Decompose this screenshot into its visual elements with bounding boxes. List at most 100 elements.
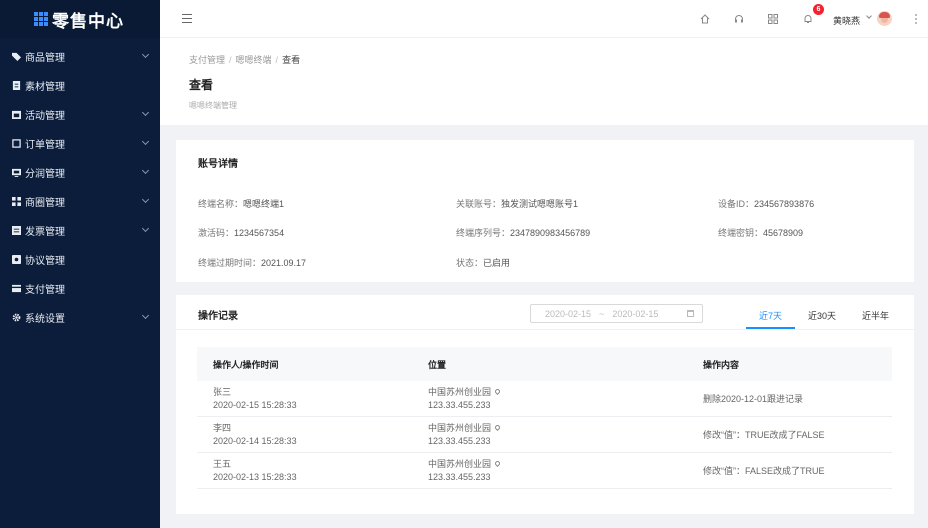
operation-content: 修改“值”：TRUE改成了FALSE bbox=[703, 430, 825, 440]
monitor-icon bbox=[12, 168, 21, 177]
breadcrumb-current: 查看 bbox=[282, 55, 301, 65]
location-pin-icon bbox=[493, 459, 502, 467]
sidebar-item-payments[interactable]: 支付管理 bbox=[0, 274, 160, 303]
sidebar-item-label: 协议管理 bbox=[25, 256, 65, 267]
file-icon bbox=[12, 81, 21, 90]
expiry-field: 终端过期时间：2021.09.17 bbox=[198, 258, 307, 268]
tab-7-days[interactable]: 近7天 bbox=[746, 304, 796, 329]
sidebar-item-label: 订单管理 bbox=[25, 140, 65, 151]
chevron-down-icon bbox=[141, 166, 150, 175]
operation-content: 删除2020-12-01跟进记录 bbox=[703, 394, 804, 404]
chevron-down-icon bbox=[141, 108, 150, 117]
column-header: 位置 bbox=[428, 359, 447, 370]
sidebar-item-label: 素材管理 bbox=[25, 82, 65, 93]
divider bbox=[176, 329, 914, 330]
page-subtitle: 嗯嗯终端管理 bbox=[189, 101, 237, 110]
app-grid-icon bbox=[34, 12, 48, 26]
headset-icon[interactable] bbox=[734, 14, 744, 24]
breadcrumb: 支付管理 / 嗯嗯终端 / 查看 bbox=[189, 55, 301, 65]
terminal-name-field: 终端名称：嗯嗯终端1 bbox=[198, 199, 285, 209]
page-title: 查看 bbox=[189, 78, 214, 92]
serial-number-field: 终端序列号：2347890983456789 bbox=[456, 228, 591, 238]
operation-time: 2020-02-14 15:28:33 bbox=[213, 435, 297, 446]
activation-code-field: 激活码：1234567354 bbox=[198, 228, 285, 238]
sidebar-item-label: 分润管理 bbox=[25, 169, 65, 180]
chevron-down-icon bbox=[141, 137, 150, 146]
sidebar-item-business-district[interactable]: 商圈管理 bbox=[0, 187, 160, 216]
card-title: 操作记录 bbox=[198, 311, 238, 322]
sidebar-item-activities[interactable]: 活动管理 bbox=[0, 100, 160, 129]
operation-log-card: 操作记录 2020-02-15 ~ 2020-02-15 近7天 近30天 近半… bbox=[176, 295, 914, 514]
menu-toggle-icon[interactable] bbox=[182, 14, 192, 23]
ip-address: 123.33.455.233 bbox=[428, 399, 491, 410]
tab-half-year[interactable]: 近半年 bbox=[849, 304, 902, 329]
operation-content: 修改“值”：FALSE改成了TRUE bbox=[703, 466, 825, 476]
sidebar-item-agreements[interactable]: 协议管理 bbox=[0, 245, 160, 274]
operation-time: 2020-02-13 15:28:33 bbox=[213, 471, 297, 482]
sidebar-item-settings[interactable]: 系统设置 bbox=[0, 303, 160, 332]
sidebar-item-profit-sharing[interactable]: 分润管理 bbox=[0, 158, 160, 187]
sidebar-menu: 商品管理 素材管理 活动管理 订单管理 分润管理 商圈管理 发票管理 协议管理 … bbox=[0, 38, 160, 332]
column-header: 操作人/操作时间 bbox=[213, 359, 279, 370]
gear-icon bbox=[12, 313, 21, 322]
sidebar-item-label: 支付管理 bbox=[25, 285, 65, 296]
location-name: 中国苏州创业园 bbox=[428, 458, 492, 469]
grid-icon bbox=[12, 197, 21, 206]
table-header: 操作人/操作时间 位置 操作内容 bbox=[197, 347, 892, 381]
sidebar-item-orders[interactable]: 订单管理 bbox=[0, 129, 160, 158]
operation-time: 2020-02-15 15:28:33 bbox=[213, 399, 297, 410]
table-row: 李四 2020-02-14 15:28:33 中国苏州创业园 123.33.45… bbox=[197, 417, 892, 453]
table-row: 王五 2020-02-13 15:28:33 中国苏州创业园 123.33.45… bbox=[197, 453, 892, 489]
agreement-icon bbox=[12, 255, 21, 264]
sidebar-item-products[interactable]: 商品管理 bbox=[0, 42, 160, 71]
page-header: 支付管理 / 嗯嗯终端 / 查看 查看 嗯嗯终端管理 bbox=[160, 38, 928, 125]
chevron-down-icon bbox=[141, 311, 150, 320]
tag-icon bbox=[12, 52, 21, 61]
card-icon bbox=[12, 284, 21, 293]
breadcrumb-item[interactable]: 嗯嗯终端 bbox=[236, 55, 272, 65]
date-start: 2020-02-15 bbox=[545, 308, 592, 319]
brand: 零售中心 bbox=[0, 0, 160, 38]
calendar-icon bbox=[687, 310, 694, 317]
terminal-key-field: 终端密钥：45678909 bbox=[718, 228, 804, 238]
username[interactable]: 黄晓燕 bbox=[833, 14, 860, 27]
tab-30-days[interactable]: 近30天 bbox=[795, 304, 849, 329]
order-icon bbox=[12, 139, 21, 148]
brand-title: 零售中心 bbox=[52, 11, 124, 31]
date-range-picker[interactable]: 2020-02-15 ~ 2020-02-15 bbox=[530, 304, 703, 323]
invoice-icon bbox=[12, 226, 21, 235]
ip-address: 123.33.455.233 bbox=[428, 471, 491, 482]
operator-name: 张三 bbox=[213, 386, 232, 397]
avatar[interactable] bbox=[877, 11, 892, 26]
more-vertical-icon[interactable] bbox=[915, 14, 917, 24]
device-id-field: 设备ID：234567893876 bbox=[718, 199, 815, 209]
sidebar-item-label: 商圈管理 bbox=[25, 198, 65, 209]
sidebar-item-label: 商品管理 bbox=[25, 53, 65, 64]
location-pin-icon bbox=[493, 423, 502, 431]
sidebar-item-label: 活动管理 bbox=[25, 111, 65, 122]
ip-address: 123.33.455.233 bbox=[428, 435, 491, 446]
date-separator: ~ bbox=[599, 308, 605, 319]
table-row: 张三 2020-02-15 15:28:33 中国苏州创业园 123.33.45… bbox=[197, 381, 892, 417]
sidebar-item-invoices[interactable]: 发票管理 bbox=[0, 216, 160, 245]
chevron-down-icon[interactable] bbox=[866, 13, 872, 19]
chevron-down-icon bbox=[141, 224, 150, 233]
location-pin-icon bbox=[493, 387, 502, 395]
range-tabs: 近7天 近30天 近半年 bbox=[746, 304, 902, 329]
home-icon[interactable] bbox=[700, 14, 710, 24]
location-name: 中国苏州创业园 bbox=[428, 386, 492, 397]
sidebar-item-label: 系统设置 bbox=[25, 314, 65, 325]
breadcrumb-item[interactable]: 支付管理 bbox=[189, 55, 225, 65]
column-header: 操作内容 bbox=[703, 359, 740, 370]
top-header: 6 黄晓燕 bbox=[160, 0, 928, 38]
sidebar-item-materials[interactable]: 素材管理 bbox=[0, 71, 160, 100]
sidebar: 零售中心 商品管理 素材管理 活动管理 订单管理 分润管理 商圈管理 发票管理 … bbox=[0, 0, 160, 528]
date-end: 2020-02-15 bbox=[612, 308, 659, 319]
bell-icon[interactable] bbox=[803, 14, 813, 24]
apps-icon[interactable] bbox=[768, 14, 778, 24]
status-field: 状态：已启用 bbox=[456, 258, 511, 268]
operation-log-table: 操作人/操作时间 位置 操作内容 张三 2020-02-15 15:28:33 … bbox=[197, 347, 892, 489]
linked-account-field: 关联账号：独发测试嗯嗯账号1 bbox=[456, 199, 579, 209]
account-details-card: 账号详情 终端名称：嗯嗯终端1 关联账号：独发测试嗯嗯账号1 设备ID：2345… bbox=[176, 140, 914, 282]
calendar-icon bbox=[12, 110, 21, 119]
